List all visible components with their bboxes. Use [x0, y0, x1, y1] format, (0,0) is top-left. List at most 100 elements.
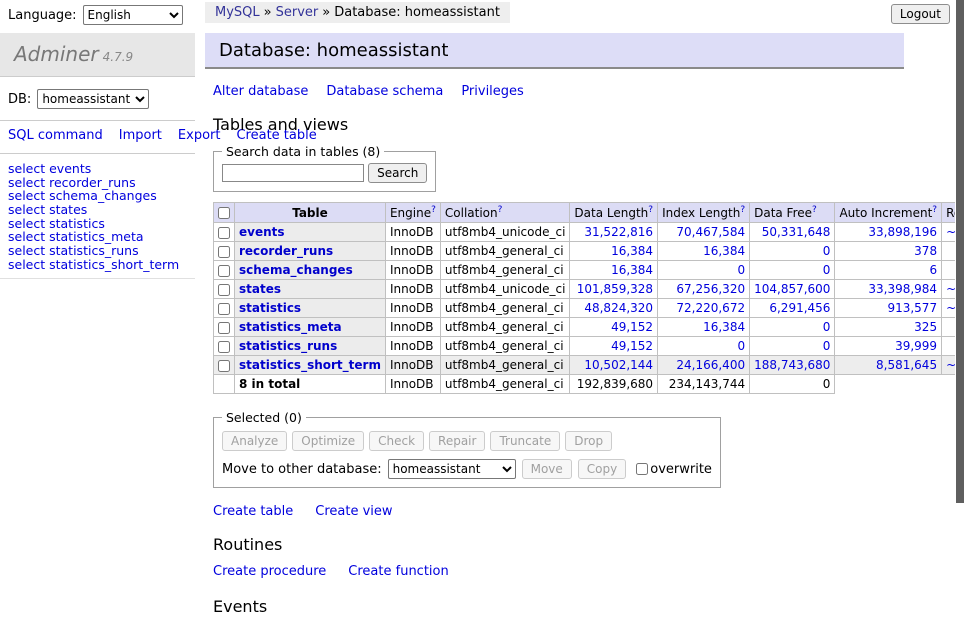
sidebar-select-states[interactable]: select states: [8, 203, 187, 216]
language-select[interactable]: English: [83, 5, 183, 25]
row-checkbox[interactable]: [218, 341, 230, 353]
engine-cell: InnoDB: [385, 337, 440, 356]
auto_increment-link[interactable]: 913,577: [887, 301, 937, 315]
row-checkbox[interactable]: [218, 284, 230, 296]
sidebar-select-recorder_runs[interactable]: select recorder_runs: [8, 176, 187, 189]
table-name-link[interactable]: statistics_short_term: [239, 358, 381, 372]
scrollbar-thumb[interactable]: [956, 0, 964, 503]
auto_increment-link[interactable]: 325: [914, 320, 937, 334]
breadcrumb-server-link[interactable]: Server: [276, 5, 319, 20]
index_length-cell: 16,384: [658, 318, 750, 337]
sidebar-action-sql-command[interactable]: SQL command: [8, 128, 103, 143]
table-name-link[interactable]: recorder_runs: [239, 244, 333, 258]
repair-button[interactable]: Repair: [429, 431, 485, 451]
data_length-link[interactable]: 101,859,328: [577, 282, 653, 296]
table-row: statesInnoDButf8mb4_unicode_ci101,859,32…: [214, 280, 966, 299]
index_length-link[interactable]: 0: [737, 339, 745, 353]
search-input[interactable]: [222, 164, 364, 182]
data_length-link[interactable]: 48,824,320: [584, 301, 653, 315]
db-link-database-schema[interactable]: Database schema: [326, 84, 443, 99]
row-checkbox[interactable]: [218, 303, 230, 315]
data_free-link[interactable]: 0: [823, 263, 831, 277]
check-button[interactable]: Check: [369, 431, 424, 451]
sidebar-select-statistics_runs[interactable]: select statistics_runs: [8, 244, 187, 257]
table-name-link[interactable]: events: [239, 225, 285, 239]
index_length-link[interactable]: 72,220,672: [676, 301, 745, 315]
sidebar-select-statistics[interactable]: select statistics: [8, 217, 187, 230]
index_length-link[interactable]: 24,166,400: [676, 358, 745, 372]
search-fieldset: Search data in tables (8) Search: [213, 144, 436, 192]
row-checkbox[interactable]: [218, 322, 230, 334]
auto_increment-link[interactable]: 6: [929, 263, 937, 277]
db-link-alter-database[interactable]: Alter database: [213, 84, 308, 99]
data_length-link[interactable]: 31,522,816: [584, 225, 653, 239]
engine-cell: InnoDB: [385, 318, 440, 337]
data_free-link[interactable]: 104,857,600: [754, 282, 830, 296]
row-checkbox[interactable]: [218, 265, 230, 277]
db-select[interactable]: homeassistant: [37, 89, 149, 109]
column-help-link[interactable]: ?: [740, 205, 745, 215]
drop-button[interactable]: Drop: [565, 431, 612, 451]
select-all-checkbox[interactable]: [218, 207, 230, 219]
row-checkbox[interactable]: [218, 360, 230, 372]
logout-button[interactable]: Logout: [891, 4, 950, 24]
index_length-link[interactable]: 16,384: [703, 244, 745, 258]
truncate-button[interactable]: Truncate: [490, 431, 560, 451]
auto_increment-link[interactable]: 378: [914, 244, 937, 258]
index_length-link[interactable]: 67,256,320: [676, 282, 745, 296]
move-db-select[interactable]: homeassistant: [388, 459, 516, 479]
data_free-link[interactable]: 0: [823, 320, 831, 334]
data_length-link[interactable]: 16,384: [611, 263, 653, 277]
table-name-link[interactable]: statistics: [239, 301, 301, 315]
sidebar-select-schema_changes[interactable]: select schema_changes: [8, 189, 187, 202]
table-name-link[interactable]: statistics_meta: [239, 320, 342, 334]
link-create-view[interactable]: Create view: [315, 504, 392, 519]
column-help-link[interactable]: ?: [431, 205, 436, 215]
breadcrumb-mysql-link[interactable]: MySQL: [215, 5, 260, 20]
data_free-link[interactable]: 6,291,456: [769, 301, 830, 315]
auto_increment-link[interactable]: 33,898,196: [868, 225, 937, 239]
column-help-link[interactable]: ?: [498, 205, 503, 215]
column-header-data_free: Data Free?: [750, 203, 835, 223]
auto_increment-link[interactable]: 8,581,645: [876, 358, 937, 372]
engine-cell: InnoDB: [385, 242, 440, 261]
link-create-function[interactable]: Create function: [348, 564, 448, 579]
overwrite-checkbox[interactable]: [636, 463, 648, 475]
data_length-link[interactable]: 49,152: [611, 320, 653, 334]
index_length-link[interactable]: 16,384: [703, 320, 745, 334]
total-empty-cell: [214, 375, 235, 394]
row-checkbox[interactable]: [218, 227, 230, 239]
optimize-button[interactable]: Optimize: [292, 431, 364, 451]
data_free-link[interactable]: 50,331,648: [762, 225, 831, 239]
link-create-procedure[interactable]: Create procedure: [213, 564, 326, 579]
auto_increment-cell: 378: [835, 242, 942, 261]
row-checkbox[interactable]: [218, 246, 230, 258]
link-create-table[interactable]: Create table: [213, 504, 293, 519]
data_length-link[interactable]: 49,152: [611, 339, 653, 353]
sidebar-select-statistics_meta[interactable]: select statistics_meta: [8, 230, 187, 243]
sidebar-action-import[interactable]: Import: [119, 128, 162, 143]
table-name-link[interactable]: schema_changes: [239, 263, 353, 277]
index_length-link[interactable]: 70,467,584: [676, 225, 745, 239]
search-button[interactable]: Search: [368, 163, 427, 183]
move-button[interactable]: Move: [522, 459, 572, 479]
index_length-link[interactable]: 0: [737, 263, 745, 277]
data_length-link[interactable]: 16,384: [611, 244, 653, 258]
data_free-link[interactable]: 188,743,680: [754, 358, 830, 372]
copy-button[interactable]: Copy: [578, 459, 626, 479]
analyze-button[interactable]: Analyze: [222, 431, 287, 451]
column-help-link[interactable]: ?: [812, 205, 817, 215]
table-name-link[interactable]: states: [239, 282, 281, 296]
data_length-link[interactable]: 10,502,144: [584, 358, 653, 372]
column-help-link[interactable]: ?: [648, 205, 653, 215]
table-name-link[interactable]: statistics_runs: [239, 339, 337, 353]
data_free-link[interactable]: 0: [823, 339, 831, 353]
sidebar-select-statistics_short_term[interactable]: select statistics_short_term: [8, 258, 187, 271]
auto_increment-link[interactable]: 39,999: [895, 339, 937, 353]
sidebar-select-events[interactable]: select events: [8, 162, 187, 175]
data_free-link[interactable]: 0: [823, 244, 831, 258]
db-link-privileges[interactable]: Privileges: [461, 84, 524, 99]
breadcrumb-separator: »: [264, 5, 272, 20]
column-help-link[interactable]: ?: [932, 205, 937, 215]
auto_increment-link[interactable]: 33,398,984: [868, 282, 937, 296]
